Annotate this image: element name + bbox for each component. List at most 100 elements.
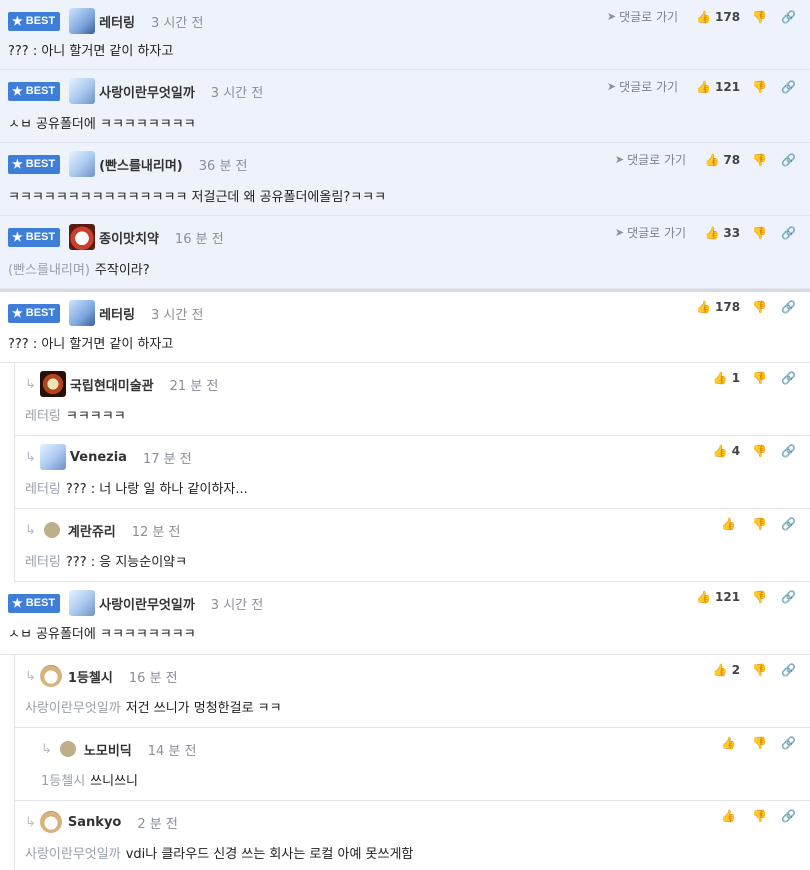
like-button[interactable]: 👍 178 bbox=[696, 10, 740, 24]
avatar[interactable] bbox=[69, 590, 96, 616]
avatar[interactable] bbox=[69, 224, 96, 250]
thumbs-down-icon[interactable]: 👎 bbox=[752, 371, 767, 385]
thumbs-down-icon[interactable]: 👎 bbox=[752, 153, 767, 167]
like-button[interactable]: 👍 2 bbox=[704, 663, 740, 677]
thumbs-down-icon[interactable]: 👎 bbox=[752, 444, 767, 458]
thumbs-down-icon[interactable]: 👎 bbox=[752, 10, 767, 24]
thumbs-up-icon: 👍 bbox=[712, 444, 728, 458]
best-badge: ★ BEST bbox=[8, 81, 61, 101]
nickname[interactable]: Venezia bbox=[70, 450, 127, 465]
go-to-reply-link[interactable]: ➤ 댓글로 가기 bbox=[607, 8, 678, 25]
avatar[interactable] bbox=[39, 665, 62, 687]
link-icon[interactable]: 🔗 bbox=[781, 226, 796, 240]
thumbs-down-icon[interactable]: 👎 bbox=[752, 590, 767, 604]
avatar[interactable] bbox=[39, 811, 62, 833]
nickname[interactable]: Sankyo bbox=[68, 815, 121, 830]
best-badge: ★ BEST bbox=[8, 303, 61, 323]
thumbs-down-icon[interactable]: 👎 bbox=[752, 300, 767, 314]
link-icon[interactable]: 🔗 bbox=[781, 809, 796, 823]
best-comment: ★ BEST (빤스를내리며) 36 분 전 ➤ 댓글로 가기 👍 78 👎 🔗 ㅋㅋ… bbox=[0, 143, 810, 216]
link-icon[interactable]: 🔗 bbox=[781, 590, 796, 604]
nickname[interactable]: 국립현대미술관 bbox=[70, 375, 154, 394]
go-to-reply-link[interactable]: ➤ 댓글로 가기 bbox=[615, 151, 686, 168]
nickname[interactable]: (빤스를내리며) bbox=[99, 155, 183, 174]
comment-list: ★ BEST 레터링 3 시간 전 ➤ 댓글로 가기 👍 178 👎 🔗 ??? : … bbox=[0, 0, 810, 870]
nickname[interactable]: 사랑이란무엇일까 bbox=[99, 82, 195, 101]
star-icon: ★ bbox=[12, 306, 23, 320]
best-badge: ★ BEST bbox=[8, 11, 61, 31]
go-to-reply-link[interactable]: ➤ 댓글로 가기 bbox=[615, 224, 686, 241]
like-button[interactable]: 👍 1 bbox=[704, 371, 740, 385]
reply-arrow-icon: ➤ bbox=[606, 80, 617, 93]
thumbs-down-icon[interactable]: 👎 bbox=[752, 80, 767, 94]
link-icon[interactable]: 🔗 bbox=[781, 736, 796, 750]
avatar[interactable] bbox=[69, 8, 96, 34]
nickname[interactable]: 계란쥬리 bbox=[68, 521, 116, 540]
link-icon[interactable]: 🔗 bbox=[781, 300, 796, 314]
go-to-reply-link[interactable]: ➤ 댓글로 가기 bbox=[607, 78, 678, 95]
avatar[interactable] bbox=[69, 151, 96, 177]
reply-arrow-icon: ➤ bbox=[614, 226, 625, 239]
reply-group: ↳ 국립현대미술관 21 분 전 👍 1 👎 🔗 레터링 ㅋㅋㅋㅋㅋ ↳ Venez… bbox=[14, 363, 810, 582]
link-icon[interactable]: 🔗 bbox=[781, 80, 796, 94]
thumbs-down-icon[interactable]: 👎 bbox=[752, 226, 767, 240]
link-icon[interactable]: 🔗 bbox=[781, 663, 796, 677]
timestamp: 36 분 전 bbox=[198, 158, 248, 174]
avatar[interactable] bbox=[59, 741, 76, 757]
reply-arrow-icon: ↳ bbox=[25, 449, 36, 465]
star-icon: ★ bbox=[12, 14, 23, 28]
mention[interactable]: 레터링 bbox=[25, 555, 61, 570]
thumbs-down-icon[interactable]: 👎 bbox=[752, 663, 767, 677]
avatar[interactable] bbox=[69, 300, 96, 326]
thumbs-up-icon: 👍 bbox=[704, 225, 720, 240]
mention[interactable]: 1등첼시 bbox=[41, 774, 85, 789]
reply-group: ↳ 1등첼시 16 분 전 👍 2 👎 🔗 사랑이란무엇일까 저건 쓰니가 멍청한걸… bbox=[14, 655, 810, 870]
star-icon: ★ bbox=[12, 157, 23, 171]
nickname[interactable]: 종이맛치약 bbox=[99, 228, 159, 247]
link-icon[interactable]: 🔗 bbox=[781, 10, 796, 24]
comment-text: ??? : 아니 할거면 같이 하자고 bbox=[8, 44, 174, 59]
nickname[interactable]: 사랑이란무엇일까 bbox=[99, 594, 195, 613]
timestamp: 17 분 전 bbox=[142, 451, 192, 467]
comment-text: 레터링 ㅋㅋㅋㅋㅋ bbox=[25, 409, 126, 424]
comment-text: ㅋㅋㅋㅋㅋㅋㅋㅋㅋㅋㅋㅋㅋㅋㅋ 저걸근데 왜 공유폴더에올림?ㅋㅋㅋ bbox=[8, 190, 387, 205]
thumbs-down-icon[interactable]: 👎 bbox=[752, 736, 767, 750]
thumbs-down-icon[interactable]: 👎 bbox=[752, 809, 767, 823]
timestamp: 3 시간 전 bbox=[151, 15, 204, 31]
like-button[interactable]: 👍 121 bbox=[696, 590, 740, 604]
like-button[interactable]: 👍 178 bbox=[696, 300, 740, 314]
like-button[interactable]: 👍 78 bbox=[704, 153, 740, 167]
like-button[interactable]: 👍 4 bbox=[704, 444, 740, 458]
thumbs-down-icon[interactable]: 👎 bbox=[752, 517, 767, 531]
mention[interactable]: 레터링 bbox=[25, 482, 61, 497]
link-icon[interactable]: 🔗 bbox=[781, 444, 796, 458]
avatar[interactable] bbox=[69, 78, 96, 104]
link-icon[interactable]: 🔗 bbox=[781, 517, 796, 531]
thumbs-up-icon: 👍 bbox=[696, 590, 712, 604]
like-button[interactable]: 👍 bbox=[704, 809, 740, 823]
like-button[interactable]: 👍 bbox=[704, 517, 740, 531]
nickname[interactable]: 1등첼시 bbox=[68, 667, 113, 686]
like-button[interactable]: 👍 121 bbox=[696, 80, 740, 94]
thumbs-up-icon: 👍 bbox=[704, 152, 720, 167]
comment-text: (빤스를내리며) 주작이라? bbox=[8, 263, 150, 278]
thumbs-up-icon: 👍 bbox=[696, 9, 712, 24]
avatar[interactable] bbox=[39, 371, 66, 397]
mention[interactable]: (빤스를내리며) bbox=[8, 263, 90, 278]
nickname[interactable]: 레터링 bbox=[99, 304, 135, 323]
link-icon[interactable]: 🔗 bbox=[781, 153, 796, 167]
link-icon[interactable]: 🔗 bbox=[781, 371, 796, 385]
avatar[interactable] bbox=[43, 522, 60, 538]
like-button[interactable]: 👍 bbox=[704, 736, 740, 750]
best-badge: ★ BEST bbox=[8, 227, 61, 247]
avatar[interactable] bbox=[39, 444, 66, 470]
best-badge: ★ BEST bbox=[8, 154, 61, 174]
best-badge: ★ BEST bbox=[8, 593, 61, 613]
mention[interactable]: 사랑이란무엇일까 bbox=[25, 701, 121, 716]
like-button[interactable]: 👍 33 bbox=[704, 226, 740, 240]
nickname[interactable]: 레터링 bbox=[99, 12, 135, 31]
nickname[interactable]: 노모비딕 bbox=[84, 740, 132, 759]
mention[interactable]: 사랑이란무엇일까 bbox=[25, 847, 121, 862]
mention[interactable]: 레터링 bbox=[25, 409, 61, 424]
best-comment: ★ BEST 레터링 3 시간 전 ➤ 댓글로 가기 👍 178 👎 🔗 ??? : … bbox=[0, 0, 810, 70]
